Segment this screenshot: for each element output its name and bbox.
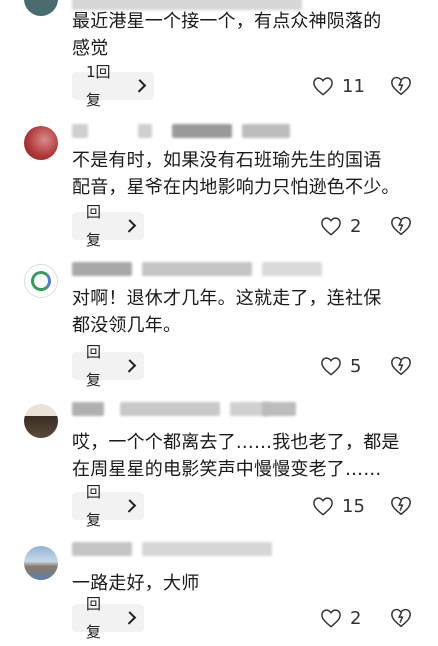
- comment-text: 对啊！退休才几年。这就走了，连社保 都没领几年。: [72, 288, 382, 336]
- dislike-icon[interactable]: [390, 495, 412, 517]
- heart-icon: [313, 497, 333, 516]
- avatar[interactable]: [24, 404, 58, 438]
- like-button[interactable]: 2: [320, 213, 361, 239]
- comment-meta-blurred: [72, 540, 322, 558]
- comment-text: 最近港星一个接一个，有点众神陨落的 感觉: [72, 11, 382, 59]
- avatar[interactable]: [24, 0, 58, 16]
- reply-button[interactable]: 回复: [72, 483, 144, 529]
- comment-text: 哎，一个个都离去了……我也老了，都是 在周星星的电影笑声中慢慢变老了……: [72, 432, 400, 480]
- chevron-right-icon: [122, 219, 137, 233]
- chevron-right-icon: [122, 499, 137, 513]
- like-count: 2: [350, 215, 362, 237]
- comment-text: 一路走好，大师: [72, 573, 200, 594]
- chevron-right-icon: [122, 611, 137, 625]
- like-count: 2: [350, 607, 362, 629]
- like-count: 11: [342, 75, 365, 97]
- reply-button[interactable]: 回复: [72, 203, 144, 249]
- heart-icon: [321, 609, 341, 628]
- like-button[interactable]: 15: [312, 493, 365, 519]
- comment-meta-blurred: [72, 260, 322, 278]
- reply-label: 1回复: [86, 63, 111, 109]
- reply-button[interactable]: 回复: [72, 595, 144, 641]
- chevron-right-icon: [132, 79, 147, 93]
- dislike-icon[interactable]: [390, 607, 412, 629]
- like-button[interactable]: 2: [320, 605, 361, 631]
- avatar[interactable]: [24, 546, 58, 580]
- reply-label: 回复: [86, 595, 102, 641]
- like-button[interactable]: 11: [312, 73, 365, 99]
- heart-icon: [321, 217, 341, 236]
- chevron-right-icon: [122, 359, 137, 373]
- avatar[interactable]: [24, 126, 58, 160]
- reply-button[interactable]: 1回复: [72, 63, 154, 109]
- reply-label: 回复: [86, 483, 102, 529]
- dislike-icon[interactable]: [390, 355, 412, 377]
- reply-label: 回复: [86, 343, 102, 389]
- heart-icon: [313, 77, 333, 96]
- avatar[interactable]: [24, 264, 58, 298]
- comment-meta-blurred: [72, 122, 322, 140]
- dislike-icon[interactable]: [390, 75, 412, 97]
- like-count: 5: [350, 355, 362, 377]
- comment-text: 不是有时，如果没有石班瑜先生的国语 配音，星爷在内地影响力只怕逊色不少。: [72, 150, 400, 198]
- reply-label: 回复: [86, 203, 102, 249]
- reply-button[interactable]: 回复: [72, 343, 144, 389]
- comment-meta-blurred: [72, 400, 322, 418]
- like-button[interactable]: 5: [320, 353, 361, 379]
- heart-icon: [321, 357, 341, 376]
- like-count: 15: [342, 495, 365, 517]
- dislike-icon[interactable]: [390, 215, 412, 237]
